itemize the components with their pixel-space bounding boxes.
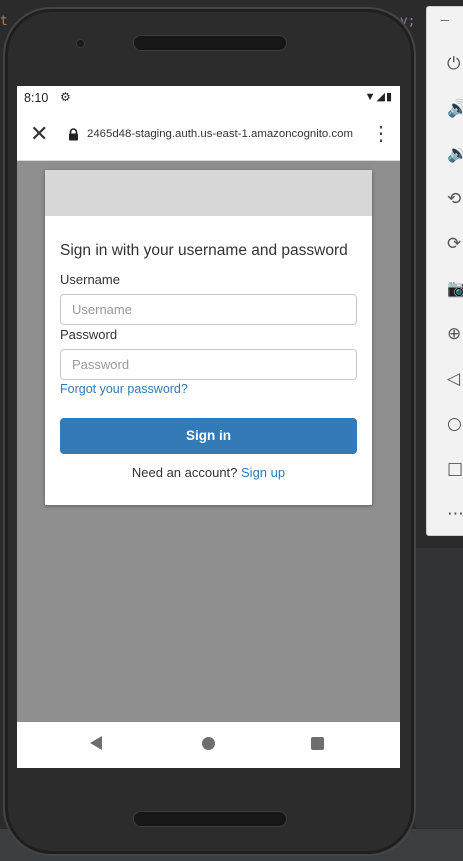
volume-up-icon[interactable]: 🔊 [447, 98, 463, 120]
back-icon[interactable]: ◁ [447, 368, 463, 390]
system-status-icons: ▼◢▮ [364, 91, 393, 103]
lock-icon [69, 128, 78, 141]
username-input[interactable] [60, 294, 357, 325]
login-card: Sign in with your username and password … [45, 170, 372, 505]
nav-back-icon[interactable] [90, 736, 102, 750]
password-input[interactable] [60, 349, 357, 380]
sign-up-link[interactable]: Sign up [241, 465, 285, 480]
overview-icon[interactable]: □ [447, 458, 463, 480]
screenshot-icon[interactable]: 📷 [447, 278, 463, 300]
status-bar: 8:10 ⚙ ▼◢▮ [17, 86, 400, 110]
phone-screen: 8:10 ⚙ ▼◢▮ ✕ 2465d48-staging.auth.us-eas… [17, 86, 400, 768]
login-title: Sign in with your username and password [60, 242, 348, 259]
ide-code-fragment-left: t [0, 14, 8, 29]
nav-recents-icon[interactable] [311, 737, 324, 750]
zoom-icon[interactable]: ⊕ [447, 323, 463, 345]
rotate-right-icon[interactable]: ⟳ [447, 233, 463, 255]
minimize-button[interactable]: – [441, 11, 449, 27]
speaker-bottom [133, 811, 287, 827]
need-account-row: Need an account? Sign up [45, 465, 372, 480]
forgot-password-link[interactable]: Forgot your password? [60, 382, 188, 396]
emulator-toolbar: – ⏻ 🔊 🔉 ⟲ ⟳ 📷 ⊕ ◁ ○ □ ⋯ [426, 6, 463, 536]
browser-toolbar: ✕ 2465d48-staging.auth.us-east-1.amazonc… [17, 110, 400, 161]
nav-home-icon[interactable] [202, 737, 215, 750]
sign-in-button[interactable]: Sign in [60, 418, 357, 454]
power-icon[interactable]: ⏻ [447, 53, 463, 75]
camera [76, 39, 85, 48]
username-label: Username [60, 272, 120, 287]
home-icon[interactable]: ○ [447, 413, 463, 435]
need-account-text: Need an account? [131, 465, 242, 480]
volume-down-icon[interactable]: 🔉 [447, 143, 463, 165]
more-icon[interactable]: ⋯ [447, 503, 463, 525]
speaker-top [133, 35, 287, 51]
settings-icon: ⚙ [60, 90, 71, 104]
ide-side-panel [415, 548, 463, 828]
card-banner [45, 170, 372, 216]
overflow-menu-icon[interactable]: ⋮ [371, 123, 391, 145]
url-text[interactable]: 2465d48-staging.auth.us-east-1.amazoncog… [87, 128, 353, 140]
android-nav-bar [17, 722, 400, 768]
password-label: Password [60, 327, 118, 342]
rotate-left-icon[interactable]: ⟲ [447, 188, 463, 210]
close-icon[interactable]: ✕ [30, 122, 48, 146]
status-time: 8:10 [24, 91, 49, 105]
